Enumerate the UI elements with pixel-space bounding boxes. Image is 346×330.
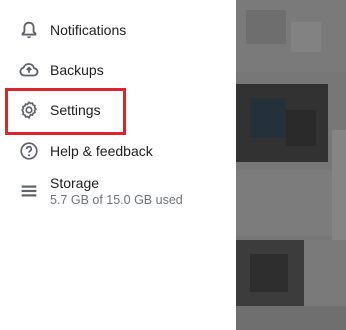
- storage-icon: [18, 180, 40, 202]
- menu-item-label: Storage: [50, 175, 100, 191]
- blurred-tile: [250, 254, 288, 292]
- navigation-drawer: Notifications Backups Settings Help & fe…: [0, 0, 236, 330]
- menu-item-label: Notifications: [50, 22, 127, 38]
- blurred-tile: [332, 130, 346, 250]
- settings-highlight-box: [5, 88, 126, 135]
- menu-item-notifications[interactable]: Notifications: [0, 10, 236, 50]
- blurred-tile: [250, 98, 286, 138]
- bell-icon: [18, 19, 40, 41]
- menu-item-storage[interactable]: Storage 5.7 GB of 15.0 GB used: [0, 172, 236, 216]
- blurred-tile: [291, 22, 321, 52]
- menu-item-backups[interactable]: Backups: [0, 50, 236, 90]
- menu-item-label: Help & feedback: [50, 143, 153, 159]
- scrim-overlay[interactable]: [236, 0, 346, 330]
- help-icon: [18, 140, 40, 162]
- storage-usage-text: 5.7 GB of 15.0 GB used: [50, 193, 183, 207]
- blurred-tile: [246, 10, 286, 44]
- blurred-tile: [236, 306, 346, 330]
- menu-item-help-feedback[interactable]: Help & feedback: [0, 131, 236, 171]
- menu-item-label: Backups: [50, 62, 104, 78]
- blurred-tile: [286, 110, 316, 146]
- blurred-tile: [236, 170, 346, 236]
- cloud-upload-icon: [18, 59, 40, 81]
